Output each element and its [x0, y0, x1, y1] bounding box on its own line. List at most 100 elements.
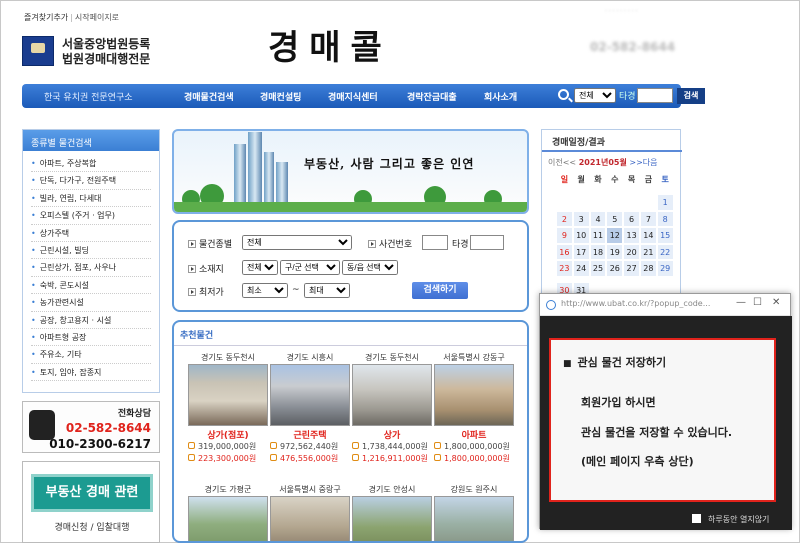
property-card[interactable]: 서울특별시 강동구 아파트 1,800,000,000원 1,800,000,0…: [434, 352, 514, 465]
calendar-day[interactable]: 1: [656, 194, 674, 211]
calendar-day[interactable]: 22: [656, 243, 674, 260]
calendar-day[interactable]: 25: [589, 260, 607, 277]
price-max-select[interactable]: 최대: [304, 283, 350, 298]
property-photo[interactable]: [188, 364, 268, 426]
category-item[interactable]: 근린시설, 빌딩: [31, 242, 151, 260]
nav-lead[interactable]: 한국 유치권 전문연구소: [44, 90, 133, 103]
minimum-price: 1,216,911,000원: [352, 453, 432, 465]
type-select[interactable]: 전체: [242, 235, 352, 250]
company-tagline: 서울중앙법원등록 법원경매대행전문: [62, 37, 150, 67]
calendar-day[interactable]: 2: [556, 210, 573, 227]
dont-show-today-label[interactable]: 하루동안 열지않기: [708, 514, 769, 525]
dont-show-today-checkbox[interactable]: [692, 514, 701, 523]
maximize-icon[interactable]: ☐: [753, 297, 762, 308]
category-item[interactable]: 단독, 다가구, 전원주택: [31, 172, 151, 190]
tel-label: 전화상담: [117, 409, 151, 419]
nav-item-loan[interactable]: 경락잔금대출: [407, 90, 457, 103]
property-type[interactable]: 상가: [352, 428, 432, 441]
minimize-icon[interactable]: —: [736, 297, 746, 308]
property-card[interactable]: 강원도 원주시: [434, 484, 514, 541]
calendar-day[interactable]: 15: [656, 227, 674, 244]
price-min-select[interactable]: 최소: [242, 283, 288, 298]
calendar-day[interactable]: 16: [556, 243, 573, 260]
nav-item-consulting[interactable]: 경매컨설팅: [260, 90, 301, 103]
property-type[interactable]: 아파트: [434, 428, 514, 441]
category-item[interactable]: 아파트형 공장: [31, 329, 151, 347]
case-number-input[interactable]: [470, 235, 504, 250]
category-item[interactable]: 토지, 임야, 잡종지: [31, 364, 151, 382]
calendar-day[interactable]: 24: [572, 260, 590, 277]
category-item[interactable]: 근린상가, 점포, 사우나: [31, 259, 151, 277]
calendar-day[interactable]: 28: [639, 260, 657, 277]
category-item[interactable]: 빌라, 연립, 다세대: [31, 190, 151, 208]
nav-search-button[interactable]: 검색: [677, 88, 705, 104]
calendar-day[interactable]: 8: [656, 210, 674, 227]
nav-item-knowledge[interactable]: 경매지식센터: [328, 90, 378, 103]
calendar-day[interactable]: 18: [589, 243, 607, 260]
bookmark-link[interactable]: 즐겨찾기추가: [24, 13, 68, 22]
top-right-links[interactable]: · · · · · · · · ·: [605, 8, 637, 15]
property-card[interactable]: 경기도 동두천시 상가(점포) 319,000,000원 223,300,000…: [188, 352, 268, 465]
category-item[interactable]: 아파트, 주상복합: [31, 155, 151, 173]
calendar-day[interactable]: 6: [623, 210, 640, 227]
property-type[interactable]: 상가(점포): [188, 428, 268, 441]
property-card[interactable]: 경기도 시흥시 근린주택 972,562,440원 476,556,000원: [270, 352, 350, 465]
property-type[interactable]: 근린주택: [270, 428, 350, 441]
calendar-day[interactable]: 5: [606, 210, 624, 227]
category-item[interactable]: 공장, 창고용지 · 시설: [31, 312, 151, 329]
calendar-day[interactable]: 11: [589, 227, 607, 244]
nav-item-search[interactable]: 경매물건검색: [184, 90, 234, 103]
property-card[interactable]: 경기도 안성시: [352, 484, 432, 541]
calendar-day[interactable]: 4: [589, 210, 607, 227]
minimum-price: 1,800,000,000원: [434, 453, 514, 465]
category-item[interactable]: 숙박, 콘도시설: [31, 277, 151, 295]
building-shape: [276, 162, 288, 202]
category-item[interactable]: 오피스텔 (주거 · 업무): [31, 207, 151, 225]
property-photo[interactable]: [434, 496, 514, 541]
calendar-day[interactable]: 14: [639, 227, 657, 244]
price-tilde: ~: [292, 285, 300, 295]
calendar-day[interactable]: 23: [556, 260, 573, 277]
property-photo[interactable]: [270, 364, 350, 426]
property-photo[interactable]: [188, 496, 268, 541]
calendar-day[interactable]: 13: [623, 227, 640, 244]
property-photo[interactable]: [352, 364, 432, 426]
case-year-input[interactable]: [422, 235, 448, 250]
property-card[interactable]: 경기도 동두천시 상가 1,738,444,000원 1,216,911,000…: [352, 352, 432, 465]
brand-logo[interactable]: 경매콜: [268, 20, 392, 69]
region-dong-select[interactable]: 동/읍 선택: [342, 260, 398, 275]
calendar-prev[interactable]: 이전<<: [548, 158, 576, 167]
search-submit-button[interactable]: 검색하기: [412, 282, 468, 299]
calendar-day[interactable]: 20: [623, 243, 640, 260]
calendar-day[interactable]: 26: [606, 260, 624, 277]
calendar-day[interactable]: 12: [606, 227, 624, 244]
calendar-day[interactable]: 17: [572, 243, 590, 260]
property-photo[interactable]: [434, 364, 514, 426]
category-item[interactable]: 농가관련시설: [31, 294, 151, 312]
auction-related-button[interactable]: 부동산 경매 관련: [31, 474, 153, 512]
calendar-day[interactable]: 27: [623, 260, 640, 277]
nav-item-about[interactable]: 회사소개: [484, 90, 517, 103]
nav-search-select[interactable]: 전체: [574, 88, 616, 103]
arrow-icon: [188, 240, 196, 248]
property-card[interactable]: 경기도 가평군: [188, 484, 268, 541]
close-icon[interactable]: ✕: [772, 297, 780, 308]
calendar-day[interactable]: 21: [639, 243, 657, 260]
calendar-day[interactable]: 3: [572, 210, 590, 227]
nav-search-input[interactable]: [637, 88, 673, 103]
auction-service-text[interactable]: 경매신청 / 입찰대행: [23, 520, 161, 533]
calendar-day[interactable]: 10: [572, 227, 590, 244]
property-photo[interactable]: [270, 496, 350, 541]
calendar-day[interactable]: 29: [656, 260, 674, 277]
calendar-day[interactable]: 19: [606, 243, 624, 260]
region-gugun-select[interactable]: 구/군 선택: [280, 260, 340, 275]
property-photo[interactable]: [352, 496, 432, 541]
calendar-next[interactable]: >>다음: [629, 158, 657, 167]
property-card[interactable]: 서울특별시 중랑구: [270, 484, 350, 541]
calendar-day[interactable]: 7: [639, 210, 657, 227]
calendar-day[interactable]: 9: [556, 227, 573, 244]
category-item[interactable]: 상가주택: [31, 225, 151, 242]
homepage-link[interactable]: 시작페이지로: [75, 13, 119, 22]
category-item[interactable]: 주유소, 기타: [31, 346, 151, 364]
region-sido-select[interactable]: 전체: [242, 260, 278, 275]
